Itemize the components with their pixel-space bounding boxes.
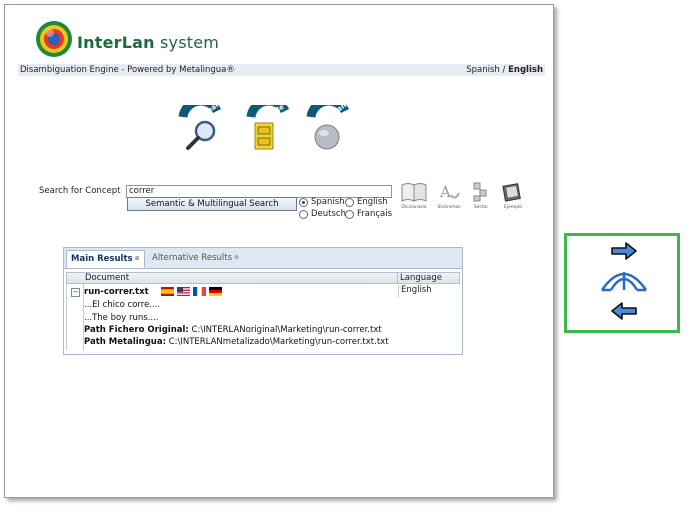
radio-francais-indicator[interactable]	[345, 209, 354, 219]
snippet-spanish: ...El chico corre....	[84, 300, 161, 310]
tab-alternative-results[interactable]: Alternative Results ⊗	[148, 250, 243, 266]
document-language: English	[398, 285, 432, 297]
tab-close-icon[interactable]: ⊗	[135, 255, 140, 262]
tab-main-results-label: Main Results	[71, 254, 133, 264]
table-row[interactable]: run-correr.txt	[84, 287, 225, 297]
results-tabs: Main Results ⊗ Alternative Results ⊗	[64, 248, 462, 269]
header-bar: Disambiguation Engine - Powered by Metal…	[18, 64, 545, 76]
radio-deutsch[interactable]: Deutsch	[299, 209, 346, 219]
logo-name: InterLan	[77, 33, 155, 52]
bridge-icon[interactable]	[599, 266, 649, 292]
interlan-logo-icon	[36, 21, 72, 57]
semantic-search-button[interactable]: Semantic & Multilingual Search	[127, 197, 297, 211]
column-language[interactable]: Language	[397, 273, 464, 284]
usa-flag-icon	[177, 287, 191, 296]
dictionary-label: Diccionario	[401, 205, 427, 210]
arrow-right-icon[interactable]	[611, 242, 637, 260]
path-metalingua-label: Path Metalingua:	[84, 337, 166, 347]
snippet-english: ...The boy runs....	[84, 313, 159, 323]
radio-english-label: English	[357, 197, 388, 207]
lang-separator: /	[499, 65, 509, 75]
dictionary-icon[interactable]	[399, 181, 429, 203]
path-metalingua-value: C:\INTERLANmetalizado\Marketing\run-corr…	[168, 337, 389, 347]
results-grid: Document Language − run-correr.txt Engli…	[66, 272, 460, 350]
radio-english-indicator[interactable]	[345, 197, 354, 207]
radio-deutsch-indicator[interactable]	[299, 209, 308, 219]
tagline: Disambiguation Engine - Powered by Metal…	[20, 65, 235, 75]
synonyms-icon[interactable]: A	[437, 181, 463, 203]
search-label: Search for Concept	[39, 186, 121, 196]
tab-main-results[interactable]: Main Results ⊗	[66, 250, 145, 268]
intersearch-icon[interactable]: InterSearch	[177, 105, 227, 155]
grid-header: Document Language	[66, 272, 460, 284]
example-icon[interactable]	[501, 181, 525, 203]
app-title: InterLan system	[77, 33, 219, 52]
radio-deutsch-label: Deutsch	[311, 209, 346, 219]
france-flag-icon	[193, 287, 207, 296]
germany-flag-icon	[209, 287, 223, 296]
column-document[interactable]: Document	[85, 273, 129, 284]
radio-english[interactable]: English	[345, 197, 388, 207]
results-panel: Main Results ⊗ Alternative Results ⊗ Docum…	[63, 247, 463, 355]
spain-flag-icon	[161, 287, 175, 296]
path-original-value: C:\INTERLANoriginal\Marketing\run-correr…	[191, 325, 382, 335]
radio-francais[interactable]: Français	[345, 209, 392, 219]
radio-spanish-indicator[interactable]	[299, 197, 308, 207]
arrow-left-icon[interactable]	[611, 302, 637, 320]
sector-icon[interactable]	[471, 181, 491, 203]
app-window: InterLan system Disambiguation Engine - …	[4, 4, 554, 498]
translation-widget[interactable]	[564, 233, 680, 333]
path-original: Path Fichero Original: C:\INTERLANorigin…	[84, 325, 382, 335]
interfile-icon[interactable]: InterFile	[245, 105, 295, 155]
lang-english-link[interactable]: English	[508, 65, 543, 75]
tab-alternative-results-label: Alternative Results	[152, 253, 233, 263]
tab-close-icon[interactable]: ⊗	[234, 254, 239, 261]
logo-suffix: system	[160, 33, 220, 52]
svg-text:A: A	[439, 183, 451, 201]
intertrans-icon[interactable]: InterTrans	[305, 105, 355, 155]
grid-row-gutter: −	[66, 284, 84, 350]
path-metalingua: Path Metalingua: C:\INTERLANmetalizado\M…	[84, 337, 389, 347]
lang-spanish-link[interactable]: Spanish	[466, 65, 500, 75]
document-name[interactable]: run-correr.txt	[84, 287, 149, 297]
collapse-toggle-icon[interactable]: −	[71, 288, 80, 297]
radio-francais-label: Français	[357, 209, 393, 219]
language-switch: Spanish / English	[466, 64, 543, 76]
radio-spanish[interactable]: Spanish	[299, 197, 345, 207]
path-original-label: Path Fichero Original:	[84, 325, 189, 335]
example-label: Ejemplo	[503, 205, 523, 210]
radio-spanish-label: Spanish	[311, 197, 345, 207]
